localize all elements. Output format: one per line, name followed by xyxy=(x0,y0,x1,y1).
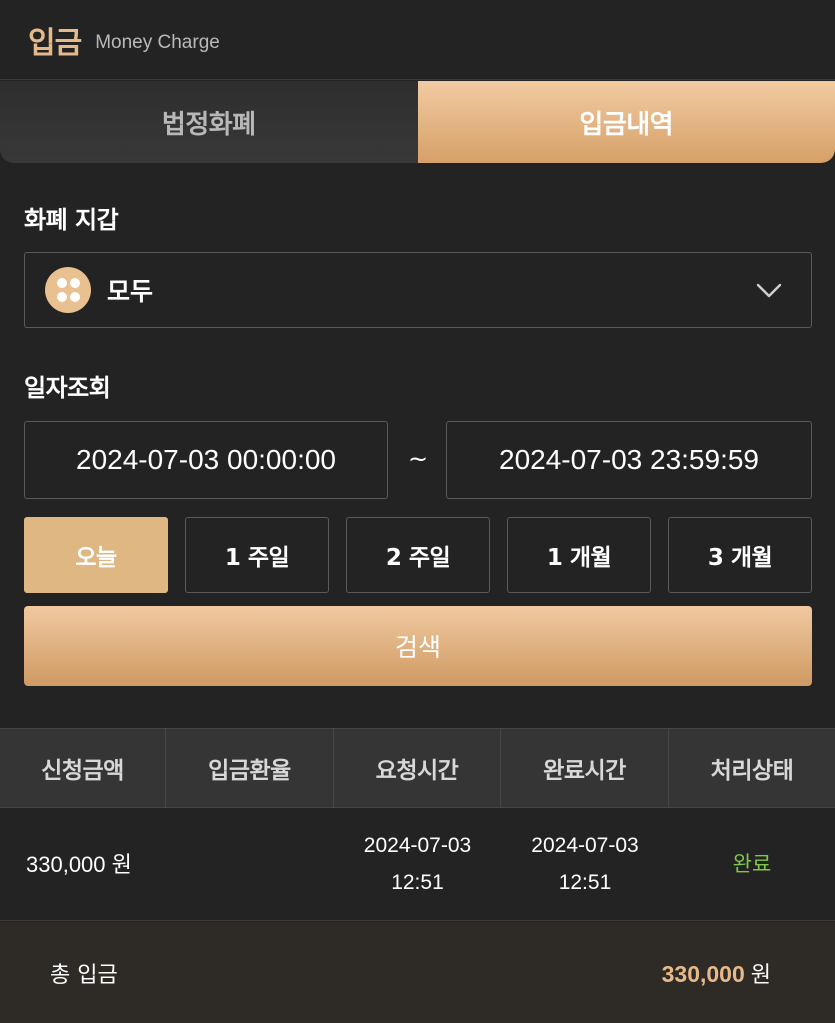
complete-clock: 12:51 xyxy=(558,871,612,894)
start-date-input[interactable]: 2024-07-03 00:00:00 xyxy=(24,421,388,499)
cell-rate xyxy=(166,808,334,920)
total-label: 총 입금 xyxy=(50,962,118,988)
request-clock: 12:51 xyxy=(391,871,444,894)
chevron-down-icon xyxy=(756,283,782,298)
request-date: 2024-07-03 xyxy=(363,834,472,857)
period-3month-button[interactable]: 3 개월 xyxy=(668,517,812,593)
status-badge: 완료 xyxy=(732,851,772,876)
date-range-separator: ~ xyxy=(408,445,429,473)
wallet-section-label: 화폐 지갑 xyxy=(24,206,119,234)
cell-request-time: 2024-07-03 12:51 xyxy=(334,808,501,920)
total-amount-value: 330,000 xyxy=(661,960,745,987)
tab-deposit-history[interactable]: 입금내역 xyxy=(417,81,835,163)
page-header: 입금 Money Charge xyxy=(0,0,835,80)
table-header: 신청금액 입금환율 요청시간 완료시간 처리상태 xyxy=(0,728,835,808)
header-complete-time: 완료시간 xyxy=(501,729,669,807)
period-today-button[interactable]: 오늘 xyxy=(24,517,168,593)
cell-complete-time: 2024-07-03 12:51 xyxy=(501,808,669,920)
table-row: 330,000 원 2024-07-03 12:51 2024-07-03 12… xyxy=(0,808,835,921)
wallet-selected-value: 모두 xyxy=(107,277,154,306)
cell-amount: 330,000 원 xyxy=(26,851,132,877)
period-1week-button[interactable]: 1 주일 xyxy=(185,517,329,593)
page-title: 입금 xyxy=(28,25,82,61)
header-deposit-rate: 입금환율 xyxy=(166,729,334,807)
tab-fiat-currency[interactable]: 법정화폐 xyxy=(0,81,418,163)
total-amount: 330,000 원 xyxy=(662,957,771,989)
date-query-label: 일자조회 xyxy=(24,374,111,402)
wallet-select[interactable]: 모두 xyxy=(24,252,812,328)
period-2week-button[interactable]: 2 주일 xyxy=(346,517,490,593)
search-button[interactable]: 검색 xyxy=(24,606,812,686)
end-date-input[interactable]: 2024-07-03 23:59:59 xyxy=(446,421,812,499)
header-status: 처리상태 xyxy=(710,758,794,784)
page-subtitle: Money Charge xyxy=(95,31,220,53)
complete-date: 2024-07-03 xyxy=(531,834,639,857)
total-deposit-bar: 총 입금 330,000 원 xyxy=(0,922,835,1023)
coin-grid-icon xyxy=(45,267,91,313)
tab-bar: 법정화폐 입금내역 xyxy=(0,81,835,163)
header-request-amount: 신청금액 xyxy=(0,729,166,807)
total-amount-unit: 원 xyxy=(750,962,771,988)
header-request-time: 요청시간 xyxy=(334,729,501,807)
period-1month-button[interactable]: 1 개월 xyxy=(507,517,651,593)
